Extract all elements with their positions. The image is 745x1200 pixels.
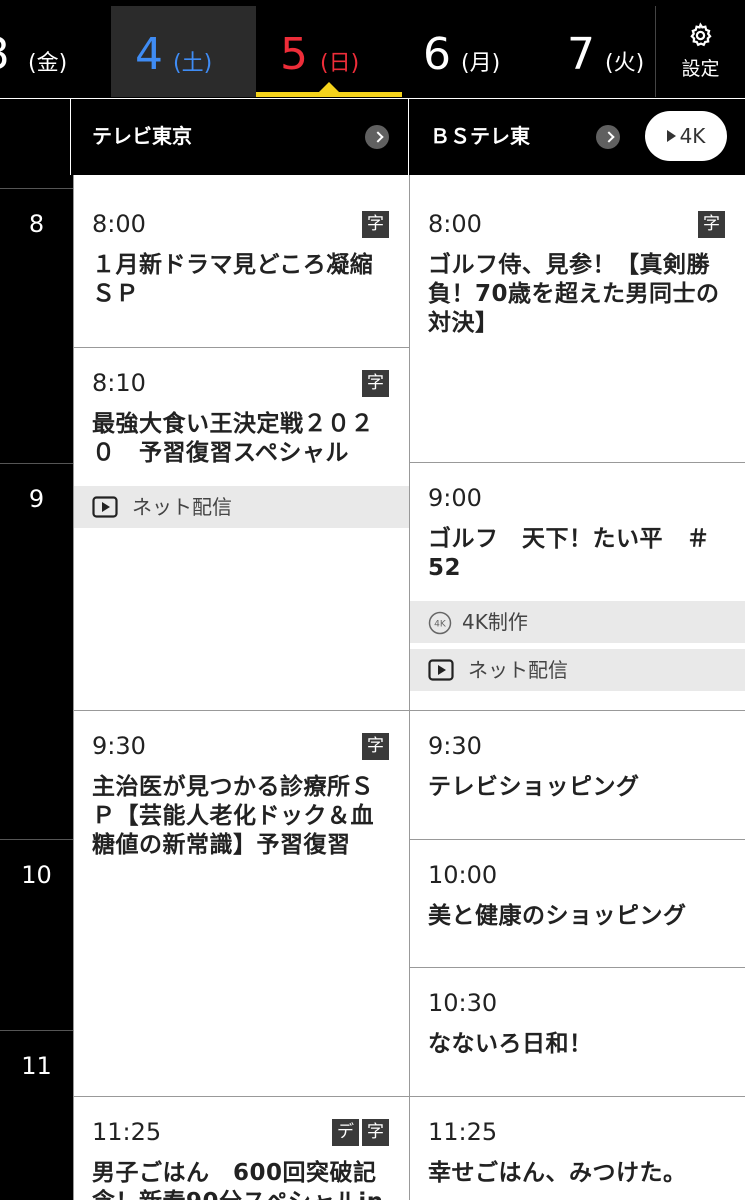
program-cell[interactable]: 11:25 幸せごはん、みつけた。 (410, 1097, 745, 1200)
channel-divider (70, 99, 71, 175)
feature-label: ネット配信 (132, 495, 232, 519)
day-weekday: (火) (605, 51, 645, 76)
play-icon (92, 496, 118, 518)
program-title: 最強大食い王決定戦２０２０ 予習復習スペシャル (92, 411, 374, 466)
subtitle-badge: 字 (362, 1119, 389, 1146)
play-icon (428, 659, 454, 681)
day-number: 3 (0, 30, 10, 80)
column-border (73, 175, 74, 189)
hour-divider (0, 1030, 73, 1031)
program-title: 美と健康のショッピング (428, 903, 687, 929)
subtitle-badge: 字 (698, 211, 725, 238)
program-badges: 字 (362, 733, 389, 760)
channel-name-bs-teletou[interactable]: ＢＳテレ東 (430, 123, 530, 149)
net-streaming-badge[interactable]: ネット配信 (410, 649, 745, 691)
program-cell[interactable]: 9:30 テレビショッピング (410, 711, 745, 840)
subtitle-badge: 字 (362, 370, 389, 397)
gear-icon (690, 22, 712, 47)
date-bar: 3 (金) 4 (土) 5 (日) 6 (月) 7 (火) 設定 (0, 0, 745, 97)
channel-name-tvtokyo[interactable]: テレビ東京 (92, 123, 192, 149)
program-time: 11:25 (92, 1118, 162, 1146)
program-cell[interactable]: 9:30 字 主治医が見つかる診療所ＳＰ【芸能人老化ドック＆血糖値の新常識】予習… (74, 711, 409, 1097)
program-title: 主治医が見つかる診療所ＳＰ【芸能人老化ドック＆血糖値の新常識】予習復習 (92, 774, 374, 858)
day-tab-5-selected[interactable]: 5 (日) (256, 6, 402, 97)
settings-label: 設定 (681, 58, 720, 80)
hour-divider (0, 463, 73, 464)
channel-header: テレビ東京 ＢＳテレ東 4K (0, 98, 745, 175)
program-title: テレビショッピング (428, 774, 640, 800)
day-weekday: (土) (173, 51, 213, 76)
program-title: ゴルフ 天下！たい平 ＃52 (428, 526, 710, 581)
program-badges: 字 (362, 211, 389, 238)
program-title: 男子ごはん 600回突破記念！新春90分スペシャルin (92, 1160, 383, 1200)
program-cell[interactable]: 8:10 字 最強大食い王決定戦２０２０ 予習復習スペシャル ネット配信 (74, 348, 409, 711)
4k-production-badge: 4K 4K制作 (410, 601, 745, 643)
hour-label-9: 9 (28, 485, 45, 513)
day-number: 6 (423, 29, 451, 80)
data-broadcast-badge: デ (332, 1119, 359, 1146)
program-time: 10:00 (428, 861, 498, 889)
program-badges: 字 (362, 370, 389, 397)
program-time: 9:30 (92, 732, 146, 760)
program-time: 9:30 (428, 732, 482, 760)
program-cell[interactable]: 8:00 字 １月新ドラマ見どころ凝縮ＳＰ (74, 189, 409, 348)
column-border (409, 175, 410, 189)
program-badges: デ 字 (332, 1119, 389, 1146)
hour-label-11: 11 (21, 1052, 52, 1080)
program-badges: 字 (698, 211, 725, 238)
program-cell[interactable]: 11:25 デ 字 男子ごはん 600回突破記念！新春90分スペシャルin (74, 1097, 409, 1200)
4k-icon: 4K (428, 611, 452, 635)
program-cell[interactable]: 10:00 美と健康のショッピング (410, 840, 745, 968)
program-cell[interactable]: 8:00 字 ゴルフ侍、見参！【真剣勝負！70歳を超えた男同士の対決】 (410, 189, 745, 463)
day-number: 4 (135, 29, 163, 80)
program-cell[interactable]: 9:00 ゴルフ 天下！たい平 ＃52 4K 4K制作 ネット配信 (410, 463, 745, 711)
program-title: ゴルフ侍、見参！【真剣勝負！70歳を超えた男同士の対決】 (428, 252, 720, 336)
program-time: 8:00 (428, 210, 482, 238)
program-title: 幸せごはん、みつけた。 (428, 1160, 687, 1186)
day-weekday: (月) (461, 51, 501, 76)
net-streaming-badge[interactable]: ネット配信 (74, 486, 409, 528)
subtitle-badge: 字 (362, 211, 389, 238)
channel-column-tvtokyo: 8:00 字 １月新ドラマ見どころ凝縮ＳＰ 8:10 字 最強大食い王決定戦２０… (73, 189, 409, 1200)
program-title: １月新ドラマ見どころ凝縮ＳＰ (92, 252, 374, 307)
selected-underline (256, 92, 402, 97)
program-time: 10:30 (428, 989, 498, 1017)
day-weekday: (日) (320, 51, 360, 76)
feature-label: ネット配信 (468, 658, 568, 682)
chevron-right-icon[interactable] (365, 125, 389, 149)
program-cell[interactable]: 10:30 なないろ日和！ (410, 968, 745, 1097)
hour-label-8: 8 (28, 210, 45, 238)
toggle-4k-label: 4K (679, 124, 706, 148)
day-tab-3[interactable]: 3 (金) (0, 6, 110, 97)
program-time: 11:25 (428, 1118, 498, 1146)
subtitle-badge: 字 (362, 733, 389, 760)
program-time: 8:00 (92, 210, 146, 238)
chevron-right-icon[interactable] (596, 125, 620, 149)
day-number: 5 (280, 29, 308, 80)
hour-divider (0, 188, 73, 189)
toggle-4k-button[interactable]: 4K (645, 111, 727, 161)
settings-button[interactable]: 設定 (656, 6, 745, 97)
hour-divider (0, 839, 73, 840)
day-tab-7[interactable]: 7 (火) (555, 6, 655, 97)
day-tab-4[interactable]: 4 (土) (111, 6, 256, 97)
hour-label-10: 10 (21, 861, 52, 889)
selected-caret (319, 82, 339, 92)
time-column: 8 9 10 11 (0, 175, 73, 1200)
channel-column-bs-teletou: 8:00 字 ゴルフ侍、見参！【真剣勝負！70歳を超えた男同士の対決】 9:00… (409, 189, 745, 1200)
day-weekday: (金) (28, 51, 68, 76)
play-icon (666, 130, 676, 142)
feature-label: 4K制作 (462, 610, 528, 634)
program-time: 9:00 (428, 484, 482, 512)
program-time: 8:10 (92, 369, 146, 397)
day-tab-6[interactable]: 6 (月) (405, 6, 533, 97)
channel-divider (408, 99, 409, 175)
program-title: なないろ日和！ (428, 1031, 593, 1057)
day-number: 7 (567, 29, 595, 80)
svg-text:4K: 4K (434, 620, 447, 630)
